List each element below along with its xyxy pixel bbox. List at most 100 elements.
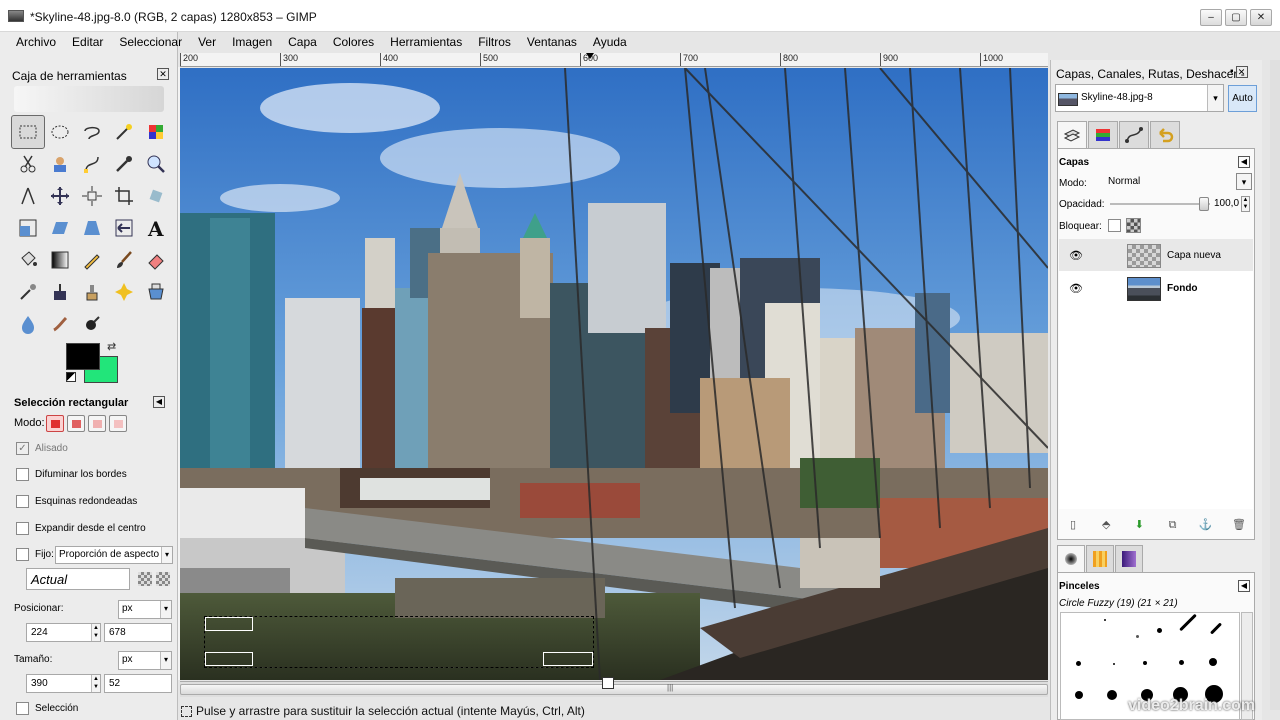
heal-tool-icon[interactable]	[108, 276, 140, 308]
fixed-row[interactable]: Fijo:	[16, 548, 54, 561]
position-y-field[interactable]: 678	[104, 623, 172, 642]
maximize-button[interactable]: ▢	[1225, 9, 1247, 26]
perspective-tool-icon[interactable]	[76, 212, 108, 244]
bucket-fill-tool-icon[interactable]	[12, 244, 44, 276]
fuzzy-select-tool-icon[interactable]	[108, 116, 140, 148]
menu-ayuda[interactable]: Ayuda	[585, 32, 635, 52]
align-tool-icon[interactable]	[76, 180, 108, 212]
tab-brushes[interactable]	[1057, 545, 1085, 572]
menu-editar[interactable]: Editar	[64, 32, 111, 52]
expand-row[interactable]: Expandir desde el centro	[16, 522, 146, 535]
position-unit-combo[interactable]: px ▾	[118, 600, 172, 619]
move-tool-icon[interactable]	[44, 180, 76, 212]
rounded-corners-checkbox[interactable]	[16, 495, 29, 508]
brush-swatch[interactable]	[1076, 661, 1081, 666]
brush-swatch[interactable]	[1157, 628, 1162, 633]
tool-options-menu-icon[interactable]: ◀	[153, 396, 165, 408]
landscape-icon[interactable]	[156, 572, 170, 586]
layer-row[interactable]: 👁 Capa nueva	[1059, 239, 1253, 271]
scrollbar-thumb[interactable]	[180, 684, 1048, 695]
duplicate-layer-icon[interactable]: ⧉	[1166, 518, 1180, 532]
raise-layer-icon[interactable]: ⬘	[1099, 518, 1113, 532]
selection-handle-top-left[interactable]	[205, 617, 253, 631]
opacity-value[interactable]: 100,0	[1214, 198, 1239, 209]
perspective-clone-tool-icon[interactable]	[140, 276, 172, 308]
opacity-slider-knob[interactable]	[1199, 197, 1209, 211]
size-unit-combo[interactable]: px ▾	[118, 651, 172, 670]
rotate-tool-icon[interactable]	[140, 180, 172, 212]
mode-add-button[interactable]	[67, 415, 85, 432]
tab-patterns[interactable]	[1086, 545, 1114, 572]
current-ratio-field[interactable]: Actual	[26, 568, 130, 590]
flip-tool-icon[interactable]	[108, 212, 140, 244]
paintbrush-tool-icon[interactable]	[108, 244, 140, 276]
selection-handle-bottom-left[interactable]	[205, 652, 253, 666]
brush-swatch[interactable]	[1104, 619, 1106, 621]
smudge-tool-icon[interactable]	[44, 308, 76, 340]
lasso-tool-icon[interactable]	[76, 116, 108, 148]
horizontal-scrollbar[interactable]: |||	[180, 681, 1048, 697]
navigate-icon[interactable]	[602, 677, 614, 689]
rectangle-selection[interactable]	[204, 616, 594, 668]
blur-tool-icon[interactable]	[12, 308, 44, 340]
ellipse-select-tool-icon[interactable]	[44, 116, 76, 148]
swap-colors-icon[interactable]: ⇄	[107, 340, 116, 353]
spin-arrows-icon[interactable]: ▲ ▼	[91, 624, 100, 641]
spin-arrows-icon[interactable]: ▲ ▼	[91, 675, 100, 692]
menu-capa[interactable]: Capa	[280, 32, 325, 52]
layer-row[interactable]: 👁 Fondo	[1059, 272, 1253, 304]
clone-tool-icon[interactable]	[76, 276, 108, 308]
mode-subtract-button[interactable]	[88, 415, 106, 432]
crop-tool-icon[interactable]	[108, 180, 140, 212]
fixed-checkbox[interactable]	[16, 548, 29, 561]
foreground-select-tool-icon[interactable]	[44, 148, 76, 180]
anchor-layer-icon[interactable]: ⚓	[1199, 518, 1213, 532]
brush-swatch[interactable]	[1179, 660, 1184, 665]
feather-row[interactable]: Difuminar los bordes	[16, 468, 127, 481]
layers-menu-icon[interactable]: ◀	[1238, 156, 1250, 168]
menu-imagen[interactable]: Imagen	[224, 32, 280, 52]
lower-layer-icon[interactable]: ⬇	[1132, 518, 1146, 532]
ink-tool-icon[interactable]	[44, 276, 76, 308]
brush-swatch[interactable]	[1136, 635, 1139, 638]
rect-select-tool-icon[interactable]	[11, 115, 45, 149]
brush-swatch[interactable]	[1209, 622, 1223, 635]
mode-replace-button[interactable]	[46, 415, 64, 432]
eraser-tool-icon[interactable]	[140, 244, 172, 276]
dodge-burn-tool-icon[interactable]	[76, 308, 108, 340]
zoom-tool-icon[interactable]	[140, 148, 172, 180]
expand-center-checkbox[interactable]	[16, 522, 29, 535]
size-width-field[interactable]: 390 ▲ ▼	[26, 674, 101, 693]
image-selector-combo[interactable]: Skyline-48.jpg-8 ▾	[1055, 84, 1224, 112]
tab-undo[interactable]	[1150, 121, 1180, 148]
brushes-menu-icon[interactable]: ◀	[1238, 580, 1250, 592]
default-colors-icon[interactable]	[66, 372, 76, 382]
text-tool-icon[interactable]: A	[140, 212, 172, 244]
dock-close-icon[interactable]: ✕	[1235, 66, 1248, 78]
shear-tool-icon[interactable]	[44, 212, 76, 244]
size-height-field[interactable]: 52	[104, 674, 172, 693]
dock-menu-icon[interactable]: ▪	[1230, 66, 1234, 78]
foreground-color-swatch[interactable]	[66, 343, 100, 370]
brush-swatch[interactable]	[1107, 690, 1117, 700]
opacity-slider[interactable]	[1110, 203, 1210, 205]
close-button[interactable]: ✕	[1250, 9, 1272, 26]
brush-swatch[interactable]	[1179, 613, 1197, 632]
toolbox-close-icon[interactable]: ✕	[157, 68, 169, 80]
tab-layers[interactable]	[1057, 121, 1087, 149]
menu-herramientas[interactable]: Herramientas	[382, 32, 470, 52]
layer-mode-combo[interactable]: Normal ▾	[1104, 173, 1252, 192]
lock-alpha-icon[interactable]	[1126, 218, 1141, 233]
selection-handle-bottom-right[interactable]	[543, 652, 593, 666]
menu-colores[interactable]: Colores	[325, 32, 382, 52]
auto-button[interactable]: Auto	[1228, 85, 1257, 112]
menu-ver[interactable]: Ver	[190, 32, 224, 52]
brush-swatch[interactable]	[1143, 661, 1147, 665]
color-picker-tool-icon[interactable]	[108, 148, 140, 180]
menu-filtros[interactable]: Filtros	[470, 32, 519, 52]
position-x-field[interactable]: 224 ▲ ▼	[26, 623, 101, 642]
opacity-spin-icon[interactable]: ▲ ▼	[1241, 196, 1250, 212]
feather-checkbox[interactable]	[16, 468, 29, 481]
menu-ventanas[interactable]: Ventanas	[519, 32, 585, 52]
highlight-checkbox[interactable]	[16, 702, 29, 715]
